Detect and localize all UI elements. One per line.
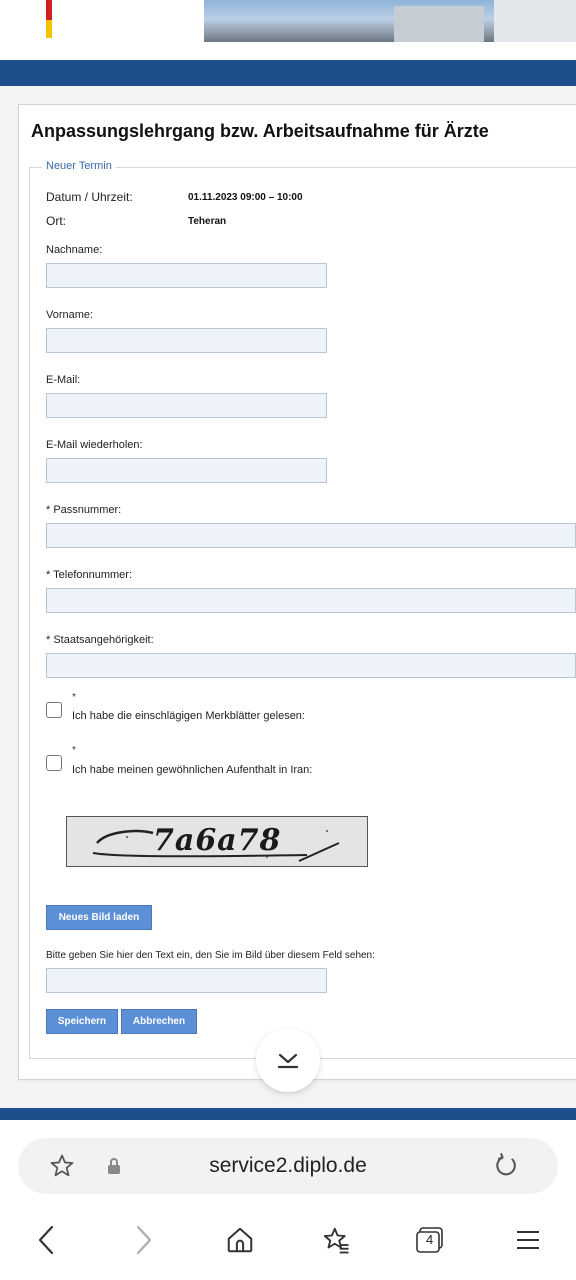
forward-icon[interactable] (128, 1220, 160, 1260)
aufenthalt-label: Ich habe meinen gewöhnlichen Aufenthalt … (72, 764, 313, 776)
captcha-instruction: Bitte geben Sie hier den Text ein, den S… (46, 950, 375, 961)
email-label: E-Mail: (46, 374, 81, 386)
lock-icon (104, 1156, 124, 1176)
back-icon[interactable] (30, 1220, 62, 1260)
header-image (204, 0, 576, 42)
url-text[interactable]: service2.diplo.de (18, 1138, 558, 1194)
captcha-image: 7a6a78 (66, 816, 368, 867)
appointment-fieldset: Neuer Termin Datum / Uhrzeit: 01.11.2023… (29, 160, 576, 1059)
telefon-label: * Telefonnummer: (46, 569, 133, 581)
appointment-card: Anpassungslehrgang bzw. Arbeitsaufnahme … (18, 104, 576, 1080)
email-repeat-label: E-Mail wiederholen: (46, 439, 143, 451)
nachname-input[interactable] (46, 263, 327, 288)
staat-input[interactable] (46, 653, 576, 678)
vorname-label: Vorname: (46, 309, 94, 321)
home-icon[interactable] (222, 1222, 258, 1258)
address-bar[interactable]: service2.diplo.de (18, 1138, 558, 1194)
save-button[interactable]: Speichern (46, 1009, 118, 1034)
bookmarks-icon[interactable] (318, 1222, 354, 1258)
captcha-input[interactable] (46, 968, 327, 993)
date-label: Datum / Uhrzeit: (46, 190, 133, 204)
fieldset-legend: Neuer Termin (42, 160, 116, 172)
email-repeat-input[interactable] (46, 458, 327, 483)
menu-icon[interactable] (510, 1222, 546, 1258)
chevron-down-icon (277, 1053, 299, 1069)
vorname-input[interactable] (46, 328, 327, 353)
place-value: Teheran (188, 216, 227, 227)
cancel-button[interactable]: Abbrechen (121, 1009, 197, 1034)
reload-icon[interactable] (492, 1152, 520, 1180)
nachname-label: Nachname: (46, 244, 103, 256)
browser-toolbar: service2.diplo.de 4 (0, 1120, 576, 1280)
merkblatt-label: Ich habe die einschlägigen Merkblätter g… (72, 710, 305, 722)
aufenthalt-checkbox[interactable] (46, 755, 62, 771)
tabs-icon[interactable]: 4 (412, 1222, 450, 1258)
nav-band (0, 60, 576, 86)
email-input[interactable] (46, 393, 327, 418)
page-title: Anpassungslehrgang bzw. Arbeitsaufnahme … (31, 121, 489, 141)
site-header (0, 0, 576, 60)
passnummer-label: * Passnummer: (46, 504, 122, 516)
captcha-text: 7a6a78 (153, 823, 282, 858)
scroll-down-button[interactable] (256, 1028, 320, 1092)
date-value: 01.11.2023 09:00 – 10:00 (188, 192, 303, 203)
star-icon[interactable] (48, 1152, 76, 1180)
staat-label: * Staatsangehörigkeit: (46, 634, 154, 646)
telefon-input[interactable] (46, 588, 576, 613)
flag-logo (46, 0, 52, 38)
passnummer-input[interactable] (46, 523, 576, 548)
reload-captcha-button[interactable]: Neues Bild laden (46, 905, 152, 930)
place-label: Ort: (46, 214, 66, 228)
tab-count: 4 (426, 1232, 434, 1247)
required-star: * (72, 745, 76, 756)
required-star: * (72, 692, 76, 703)
merkblatt-checkbox[interactable] (46, 702, 62, 718)
